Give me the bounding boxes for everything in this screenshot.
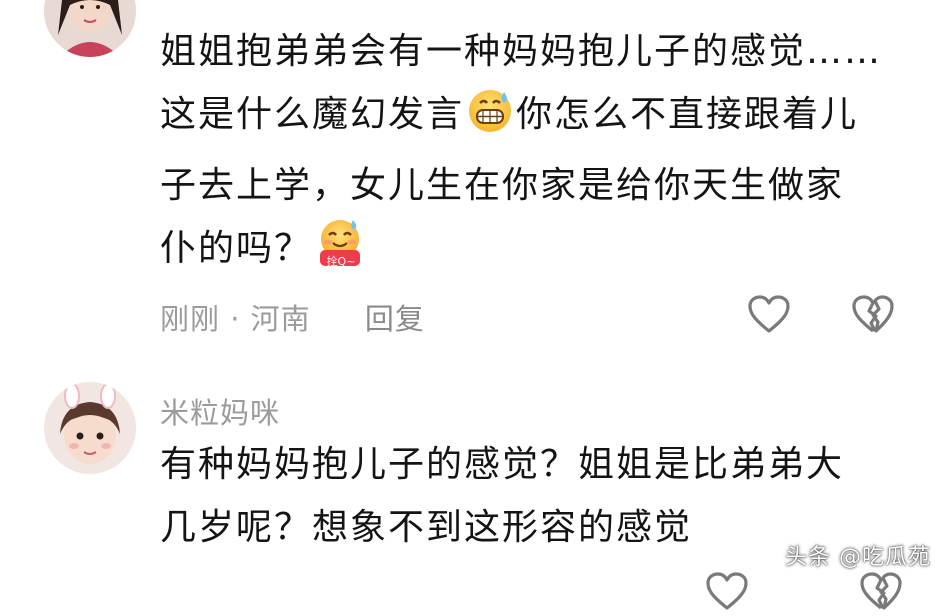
comment-1: 姐姐抱弟弟会有一种妈妈抱儿子的感觉…… 这是什么魔幻发言 你怎么不直接跟着儿 子去… bbox=[0, 0, 945, 360]
watermark: 头条 @吃瓜苑 bbox=[785, 545, 931, 570]
grinning-sweat-emoji bbox=[466, 86, 514, 154]
reply-button[interactable]: 回复 bbox=[365, 302, 425, 336]
avatar-image bbox=[44, 382, 136, 474]
comment-line: 子去上学，女儿生在你家是给你天生做家 bbox=[160, 165, 845, 206]
comment-body: 姐姐抱弟弟会有一种妈妈抱儿子的感觉…… 这是什么魔幻发言 你怎么不直接跟着儿 子去… bbox=[160, 20, 900, 288]
broken-heart-icon[interactable] bbox=[852, 295, 894, 339]
heart-outline-icon[interactable] bbox=[706, 572, 748, 616]
avatar-commenter-1[interactable] bbox=[44, 0, 136, 57]
comment-line: 有种妈妈抱儿子的感觉？姐姐是比弟弟大 bbox=[160, 444, 845, 485]
heart-outline-icon[interactable] bbox=[748, 295, 790, 339]
comment-line: 仆的吗？ bbox=[160, 228, 313, 269]
comment-line: 这是什么魔幻发言 bbox=[160, 94, 465, 135]
comment-line: 几岁呢？想象不到这形容的感觉 bbox=[160, 507, 693, 548]
hug-emoji bbox=[314, 218, 366, 288]
broken-heart-icon[interactable] bbox=[860, 572, 902, 616]
comment-time: 刚刚 bbox=[160, 302, 221, 336]
emoji-caption: 拴Q~ bbox=[326, 255, 356, 268]
comment-line: 你怎么不直接跟着儿 bbox=[516, 94, 859, 135]
avatar-commenter-2[interactable] bbox=[44, 382, 136, 474]
comment-meta: 刚刚 · 河南 回复 bbox=[160, 296, 425, 338]
comment-location: 河南 bbox=[250, 302, 311, 336]
avatar-image bbox=[44, 0, 136, 57]
meta-separator: · bbox=[230, 302, 241, 336]
comment-line: 姐姐抱弟弟会有一种妈妈抱儿子的感觉…… bbox=[160, 31, 883, 72]
username-commenter-2[interactable]: 米粒妈咪 bbox=[160, 390, 280, 432]
